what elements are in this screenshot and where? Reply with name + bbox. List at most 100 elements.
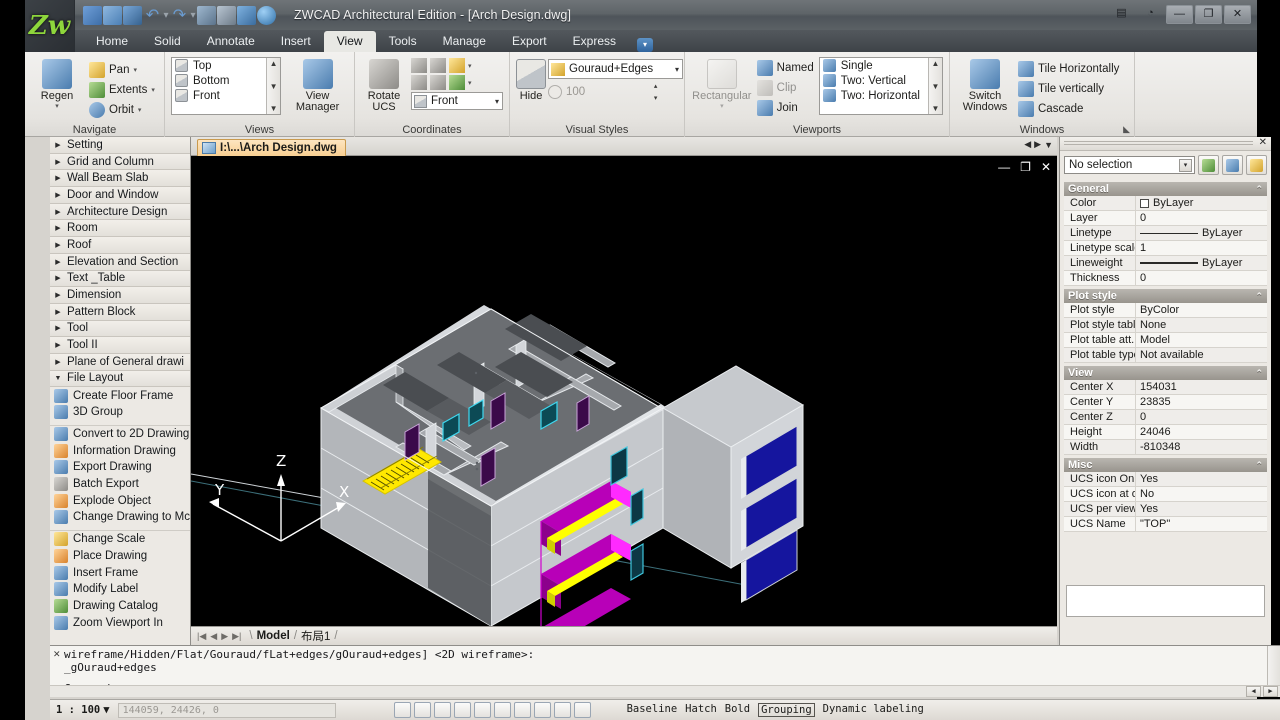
palette-group-text-table[interactable]: ▶ Text _Table [50,271,190,288]
ucs-x-icon[interactable] [411,75,427,90]
extents-dropdown-icon[interactable]: ▾ [151,86,155,94]
tile-vertically-button[interactable]: Tile vertically [1018,79,1119,98]
nav-first-icon[interactable]: |◀ [197,631,206,642]
palette-group-tool[interactable]: ▶ Tool [50,321,190,338]
property-row-ucs-per-viewport[interactable]: UCS per view... Yes [1064,502,1267,517]
viewport-minimize-button[interactable]: — [998,162,1010,172]
palette-command-3d-group[interactable]: 3D Group [50,404,190,421]
ucs-combo[interactable]: Front ▾ [411,92,503,110]
menu-bar-toggle-icon[interactable]: ▤ [1108,5,1135,24]
clip-viewport-button[interactable]: Clip [757,78,814,97]
palette-command-export-drawing[interactable]: Export Drawing [50,459,190,476]
property-row-plot-table-attached[interactable]: Plot table att... Model [1064,333,1267,348]
scroll-down-icon[interactable]: ▼ [270,82,278,91]
collapse-chevron-icon[interactable]: ⌃ [1255,368,1263,379]
undo-icon[interactable]: ↶ [143,6,162,25]
property-row-linetype[interactable]: Linetype ByLayer [1064,226,1267,241]
command-line-close-icon[interactable]: ✕ [53,649,61,660]
palette-group-file-layout[interactable]: ▼ File Layout [50,371,190,388]
ducs-icon[interactable] [514,702,531,718]
property-value[interactable]: 0 [1136,271,1267,285]
property-row-height[interactable]: Height 24046 [1064,425,1267,440]
views-list[interactable]: Top Bottom Front ▲ ▼ ▼ [171,57,281,115]
hscroll-right-icon[interactable]: ▶ [1263,686,1278,697]
pick-point-button[interactable] [1246,155,1267,175]
property-value[interactable]: "TOP" [1136,517,1267,531]
property-value[interactable]: 0 [1136,211,1267,225]
pan-button[interactable]: Pan ▾ [89,60,155,79]
windows-dialog-launcher-icon[interactable]: ◣ [1123,124,1130,135]
palette-group-room[interactable]: ▶ Room [50,220,190,237]
orbit-button[interactable]: Orbit ▾ [89,100,155,119]
palette-group-grid-and-column[interactable]: ▶ Grid and Column [50,154,190,171]
palette-group-elevation-and-section[interactable]: ▶ Elevation and Section [50,254,190,271]
viewport-scroll-up-icon[interactable]: ▲ [932,59,940,68]
redo-dropdown-icon[interactable]: ▾ [190,10,196,21]
rotate-ucs-button[interactable]: Rotate UCS [361,56,407,113]
property-value[interactable]: Not available [1136,348,1267,362]
tab-model[interactable]: Model [253,630,294,642]
palette-group-setting[interactable]: ▶ Setting [50,137,190,154]
command-line-hscrollbar[interactable]: ◀ ▶ [50,685,1280,697]
property-value[interactable]: ByLayer [1136,256,1267,270]
viewport-two-horizontal[interactable]: Two: Horizontal [820,88,942,103]
palette-command-insert-frame[interactable]: Insert Frame [50,564,190,581]
property-row-linetype-scale[interactable]: Linetype scale 1 [1064,241,1267,256]
tile-horizontally-button[interactable]: Tile Horizontally [1018,59,1119,78]
viewport-scroll-down-icon[interactable]: ▼ [932,82,940,91]
orbit-dropdown-icon[interactable]: ▾ [138,106,142,114]
save-icon[interactable] [123,6,142,25]
tab-prev-icon[interactable]: ◀ [1024,139,1031,150]
tab-solid[interactable]: Solid [141,31,194,52]
quick-select-button[interactable] [1198,155,1219,175]
property-value[interactable]: Yes [1136,472,1267,486]
nav-prev-icon[interactable]: ◀ [210,631,217,642]
property-row-ucs-icon-at-origin[interactable]: UCS icon at o... No [1064,487,1267,502]
print-icon[interactable] [217,6,236,25]
property-value[interactable]: 23835 [1136,395,1267,409]
extents-button[interactable]: Extents ▾ [89,80,155,99]
named-viewport-button[interactable]: Named [757,58,814,77]
property-row-layer[interactable]: Layer 0 [1064,211,1267,226]
view-item-top[interactable]: Top [172,58,280,73]
property-row-ucs-icon-on[interactable]: UCS icon On Yes [1064,472,1267,487]
rectangular-viewport-button[interactable]: Rectangular ▾ [691,56,753,120]
palette-command-modify-label[interactable]: Modify Label [50,581,190,598]
property-value[interactable]: ByColor [1136,303,1267,317]
tab-insert[interactable]: Insert [268,31,324,52]
ucs-named-icon[interactable] [449,58,465,73]
selection-combo[interactable]: No selection ▾ [1064,156,1195,174]
property-value[interactable]: Model [1136,333,1267,347]
property-row-center-y[interactable]: Center Y 23835 [1064,395,1267,410]
tab-express[interactable]: Express [560,31,629,52]
scale-caret-icon[interactable]: ▼ [103,704,109,716]
property-row-ucs-name[interactable]: UCS Name "TOP" [1064,517,1267,532]
status-grouping[interactable]: Grouping [758,703,815,717]
annotation-scale[interactable]: 1 : 100 ▼ [56,704,110,716]
new-icon[interactable] [83,6,102,25]
tab-manage[interactable]: Manage [430,31,499,52]
app-logo[interactable]: Zw [25,0,75,52]
redo-icon[interactable]: ↷ [170,6,189,25]
palette-command-create-floor-frame[interactable]: Create Floor Frame [50,387,190,404]
help-icon[interactable] [257,6,276,25]
palette-group-pattern-block[interactable]: ▶ Pattern Block [50,304,190,321]
nav-last-icon[interactable]: ▶| [232,631,241,642]
tab-next-icon[interactable]: ▶ [1034,139,1041,150]
maximize-button[interactable]: ❐ [1195,5,1222,24]
print-preview-icon[interactable] [237,6,256,25]
status-hatch[interactable]: Hatch [685,703,717,717]
viewport-two-vertical[interactable]: Two: Vertical [820,73,942,88]
tab-tools[interactable]: Tools [376,31,430,52]
tab-menu-icon[interactable]: ▼ [1044,140,1053,150]
property-value[interactable]: 1 [1136,241,1267,255]
opacity-value[interactable]: 100 [566,86,585,98]
model-space-icon[interactable] [574,702,591,718]
selection-caret-icon[interactable]: ▾ [1179,159,1192,172]
property-value[interactable]: None [1136,318,1267,332]
palette-command-place-drawing[interactable]: Place Drawing [50,548,190,565]
ortho-icon[interactable] [434,702,451,718]
palette-command-change-scale[interactable]: Change Scale [50,531,190,548]
drawing-viewport[interactable]: — ❐ ✕ [191,156,1057,626]
tab-export[interactable]: Export [499,31,560,52]
